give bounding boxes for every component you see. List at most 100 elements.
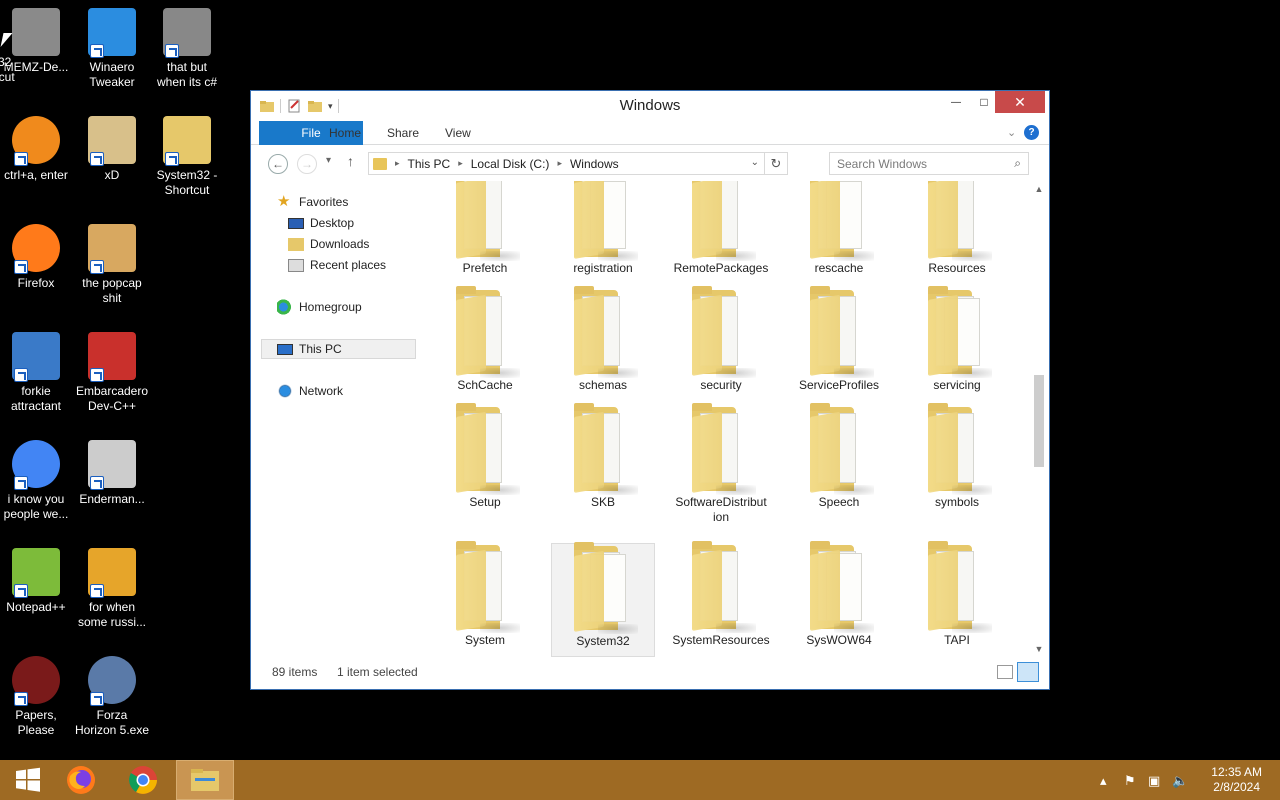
folder-icon [450, 403, 520, 495]
address-dropdown-icon[interactable]: ⌄ [751, 157, 759, 168]
desktop-icon-15[interactable]: Papers, Please [0, 656, 74, 738]
nav-favorites[interactable]: ★ Favorites [277, 192, 348, 212]
up-button[interactable]: ↑ [347, 153, 354, 169]
desktop-icon-3[interactable]: that but when its c# [149, 8, 225, 90]
folder-icon [568, 181, 638, 261]
system-tray: ▴ ⚑ ▣ 🔈 12:35 AM 2/8/2024 [1100, 760, 1280, 800]
firefox-icon [67, 766, 95, 794]
shortcut-arrow-icon [14, 692, 28, 706]
folder-icon [922, 286, 992, 378]
breadcrumb-local-disk[interactable]: Local Disk (C:) [471, 157, 550, 171]
folder-item[interactable]: SchCache [433, 286, 537, 402]
chevron-right-icon[interactable]: ▸ [395, 158, 400, 169]
taskbar-chrome[interactable] [115, 760, 171, 800]
clock[interactable]: 12:35 AM 2/8/2024 [1211, 765, 1262, 795]
folder-item[interactable]: SysWOW64 [787, 541, 891, 657]
start-button[interactable] [0, 760, 56, 800]
details-view-icon[interactable] [997, 665, 1013, 679]
folder-item[interactable]: rescache [787, 181, 891, 285]
minimize-button[interactable]: — [941, 91, 971, 113]
show-hidden-icons-icon[interactable]: ▴ [1100, 773, 1107, 789]
chevron-right-icon[interactable]: ▸ [557, 158, 562, 169]
folder-item[interactable]: Setup [433, 403, 537, 519]
folder-item[interactable]: SKB [551, 403, 655, 519]
overlap-label-1: tem32 - [0, 55, 19, 69]
desktop-icon-10[interactable]: Embarcadero Dev-C++ [74, 332, 150, 414]
folder-item[interactable]: schemas [551, 286, 655, 402]
shortcut-arrow-icon [14, 584, 28, 598]
taskbar-file-explorer[interactable] [176, 760, 234, 800]
forward-button[interactable]: → [297, 154, 317, 174]
close-button[interactable]: ✕ [995, 91, 1045, 113]
desktop-icon-6[interactable]: System32 - Shortcut [149, 116, 225, 198]
folder-item[interactable]: System [433, 541, 537, 657]
folder-item[interactable]: symbols [905, 403, 1009, 519]
desktop-icon-label: Papers, [15, 708, 57, 722]
folder-item[interactable]: RemotePackages [669, 181, 773, 285]
address-bar[interactable]: ▸ This PC ▸ Local Disk (C:) ▸ Windows ⌄ … [368, 152, 788, 175]
tab-home[interactable]: Home [315, 121, 375, 145]
folder-item[interactable]: ServiceProfiles [787, 286, 891, 402]
volume-muted-icon[interactable]: 🔈 [1172, 773, 1188, 789]
shortcut-arrow-icon [90, 152, 104, 166]
nav-this-pc[interactable]: This PC [261, 339, 416, 359]
shortcut-arrow-icon [14, 152, 28, 166]
recent-locations-icon[interactable]: ▾ [326, 155, 331, 166]
large-icons-view-icon[interactable] [1017, 662, 1039, 682]
folder-item[interactable]: security [669, 286, 773, 402]
folder-item[interactable]: System32 [551, 542, 655, 657]
scroll-down-icon[interactable]: ▼ [1029, 641, 1049, 657]
folder-item[interactable]: servicing [905, 286, 1009, 402]
shortcut-arrow-icon [165, 44, 179, 58]
nav-label: Homegroup [299, 300, 362, 314]
shortcut-arrow-icon [14, 368, 28, 382]
scrollbar-thumb[interactable] [1034, 375, 1044, 467]
shortcut-arrow-icon [14, 476, 28, 490]
title-bar[interactable]: ▾ Windows — □ ✕ [251, 91, 1049, 121]
desktop-icon-14[interactable]: for when some russi... [74, 548, 150, 630]
network-status-icon[interactable]: ▣ [1148, 773, 1160, 789]
tab-view[interactable]: View [431, 121, 485, 145]
desktop-icon-7[interactable]: Firefox [0, 224, 74, 291]
scroll-up-icon[interactable]: ▲ [1029, 181, 1049, 197]
chevron-right-icon[interactable]: ▸ [458, 158, 463, 169]
breadcrumb-this-pc[interactable]: This PC [408, 157, 451, 171]
minimize-icon: — [951, 96, 961, 108]
folder-name: SysWOW64 [806, 633, 872, 647]
desktop-icon-label: System32 - [156, 168, 218, 182]
desktop-icon-12[interactable]: Enderman... [74, 440, 150, 507]
desktop-icon-label: Winaero [89, 60, 135, 74]
nav-desktop[interactable]: Desktop [288, 213, 354, 233]
taskbar-firefox[interactable] [53, 760, 109, 800]
back-button[interactable]: ← [268, 154, 288, 174]
search-input[interactable]: Search Windows ⌕ [829, 152, 1029, 175]
folder-item[interactable]: Prefetch [433, 181, 537, 285]
desktop-icon-8[interactable]: the popcap shit [74, 224, 150, 306]
desktop-icon-9[interactable]: forkie attractant [0, 332, 74, 414]
folder-item[interactable]: registration [551, 181, 655, 285]
vertical-scrollbar[interactable]: ▲ ▼ [1029, 181, 1049, 657]
folder-item[interactable]: SystemResources [669, 541, 773, 657]
desktop-icon-13[interactable]: Notepad++ [0, 548, 74, 615]
desktop-icon-2[interactable]: Winaero Tweaker [74, 8, 150, 90]
tab-share[interactable]: Share [373, 121, 433, 145]
desktop-icon-11[interactable]: i know you people we... [0, 440, 74, 522]
nav-homegroup[interactable]: Homegroup [277, 297, 362, 317]
taskbar: ▴ ⚑ ▣ 🔈 12:35 AM 2/8/2024 [0, 760, 1280, 800]
nav-network[interactable]: Network [277, 381, 343, 401]
folder-item[interactable]: Resources [905, 181, 1009, 285]
breadcrumb-windows[interactable]: Windows [570, 157, 619, 171]
nav-downloads[interactable]: Downloads [288, 234, 369, 254]
papers-please-icon [12, 656, 60, 706]
expand-ribbon-icon[interactable]: ⌄ [1007, 126, 1021, 140]
refresh-button[interactable]: ↻ [764, 153, 787, 174]
desktop-icon-5[interactable]: xD [74, 116, 150, 183]
desktop-icon-4[interactable]: ctrl+a, enter [0, 116, 74, 183]
desktop-icon-16[interactable]: Forza Horizon 5.exe [74, 656, 150, 738]
folder-item[interactable]: Speech [787, 403, 891, 519]
help-icon[interactable]: ? [1024, 125, 1039, 140]
folder-item[interactable]: TAPI [905, 541, 1009, 657]
action-center-flag-icon[interactable]: ⚑ [1124, 773, 1136, 789]
folder-item[interactable]: SoftwareDistribut ion [669, 403, 773, 524]
nav-recent-places[interactable]: Recent places [288, 255, 386, 275]
